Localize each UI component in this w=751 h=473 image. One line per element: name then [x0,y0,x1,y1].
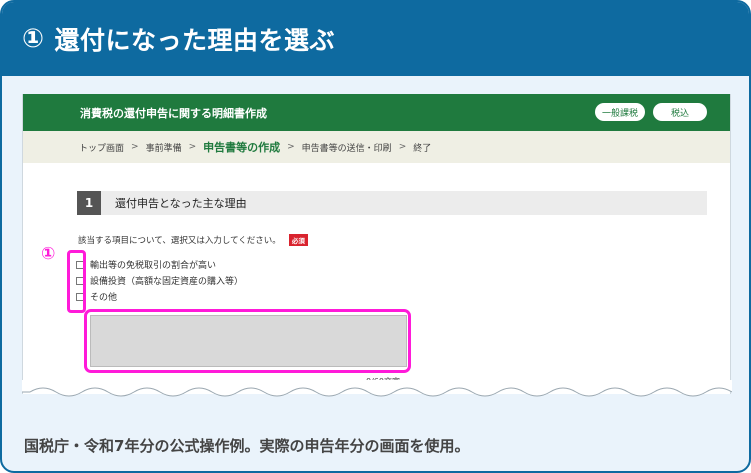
step-title: 還付になった理由を選ぶ [54,26,336,55]
embedded-screenshot: 消費税の還付申告に関する明細書作成 一般課税 税込 トップ画面 > 事前準備 >… [22,94,731,394]
tax-inclusion-button[interactable]: 税込 [653,103,707,121]
breadcrumb-item-submit: 申告書等の送信・印刷 [301,143,392,154]
checkbox-highlight [67,250,86,313]
textarea-highlight [84,309,411,373]
breadcrumb-item-preparation[interactable]: 事前準備 [146,141,182,154]
instruction-text: 該当する項目について、選択又は入力してください。 必須 [78,234,308,246]
chevron-right-icon: > [188,142,197,152]
option-label: その他 [90,293,118,303]
section-number: 1 [77,191,101,215]
reason-option-export[interactable]: 輸出等の免税取引の割合が高い [76,258,216,271]
torn-edge [22,380,732,397]
chevron-right-icon: > [287,142,295,152]
app-title: 消費税の還付申告に関する明細書作成 [80,106,267,120]
required-badge: 必須 [288,234,308,246]
breadcrumb: トップ画面 > 事前準備 > 申告書等の作成 > 申告書等の送信・印刷 > 終了 [23,131,730,163]
breadcrumb-item-finish: 終了 [413,143,432,154]
chevron-right-icon: > [398,142,407,152]
option-label: 輸出等の免税取引の割合が高い [90,261,217,271]
app-header-bar: 消費税の還付申告に関する明細書作成 一般課税 税込 [23,94,730,131]
option-label: 設備投資（高額な固定資産の購入等） [90,277,244,287]
step-number: ① [22,24,45,54]
instruction-label: 該当する項目について、選択又は入力してください。 [78,236,281,246]
source-caption: 国税庁・令和7年分の公式操作例。実際の申告年分の画面を使用。 [24,437,470,455]
chevron-right-icon: > [131,142,139,152]
taxation-type-button[interactable]: 一般課税 [595,103,645,121]
breadcrumb-item-create: 申告書等の作成 [203,141,281,154]
section-header: 1 還付申告となった主な理由 [77,191,707,215]
tutorial-card: ① 還付になった理由を選ぶ 消費税の還付申告に関する明細書作成 一般課税 税込 … [0,0,751,473]
breadcrumb-item-top[interactable]: トップ画面 [79,141,124,154]
section-title: 還付申告となった主な理由 [115,197,247,210]
reason-option-capital-investment[interactable]: 設備投資（高額な固定資産の購入等） [76,274,243,287]
annotation-number: ① [41,244,56,264]
card-header: ① 還付になった理由を選ぶ [2,2,749,76]
